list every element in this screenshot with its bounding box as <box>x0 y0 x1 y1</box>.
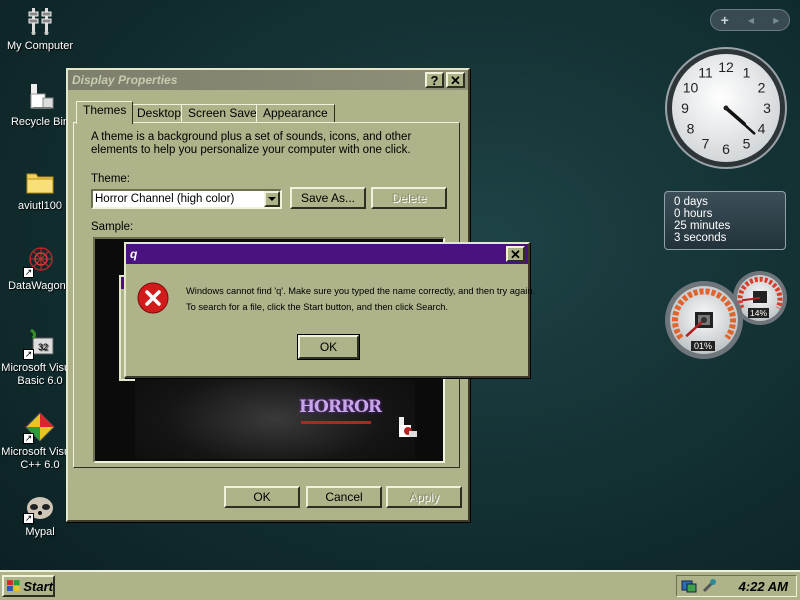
button-label: Delete <box>391 191 427 205</box>
ok-button-face[interactable]: OK <box>298 335 359 359</box>
clock-number: 3 <box>763 100 771 116</box>
save-as-button[interactable]: Save As... <box>290 187 366 209</box>
cancel-button[interactable]: Cancel <box>306 486 382 508</box>
desktop-icon-my-computer[interactable]: My Computer <box>0 4 80 53</box>
start-button[interactable]: Start <box>2 575 55 597</box>
horror-channel-logo: HORROR <box>299 397 382 417</box>
uptime-days: 0 days <box>674 196 708 208</box>
dropdown-arrow-button[interactable] <box>264 191 280 207</box>
delete-button[interactable]: Delete <box>371 187 447 209</box>
clock-number: 7 <box>702 136 710 152</box>
add-gadget-button[interactable]: + <box>721 12 729 28</box>
clock-number: 1 <box>743 64 751 80</box>
tab-appearance[interactable]: Appearance <box>256 104 335 123</box>
error-message-line1: Windows cannot find 'q'. Make sure you t… <box>186 286 536 296</box>
button-label: Save As... <box>300 191 356 205</box>
taskbar: Start 4:22 AM <box>0 570 800 600</box>
uptime-seconds: 3 seconds <box>674 232 727 244</box>
tab-label: Themes <box>83 103 127 117</box>
recycle-bin-icon <box>23 80 57 114</box>
start-label: Start <box>23 578 53 594</box>
theme-select[interactable]: Horror Channel (high color) <box>91 189 282 209</box>
clock-number: 5 <box>743 136 751 152</box>
clock-number: 2 <box>758 80 766 96</box>
display-properties-titlebar[interactable]: Display Properties ? ✕ <box>68 70 468 90</box>
desktop-icon-label: Mypal <box>25 526 55 538</box>
tab-label: Appearance <box>263 106 328 120</box>
folder-icon <box>23 164 57 198</box>
tab-label: Desktop <box>137 106 182 120</box>
visual-basic-icon: 32 ↗ <box>23 326 57 360</box>
ok-button[interactable]: OK <box>224 486 300 508</box>
clock-number: 6 <box>722 141 730 157</box>
close-button[interactable]: ✕ <box>446 72 465 88</box>
tab-themes[interactable]: Themes <box>76 101 134 124</box>
close-button[interactable]: ✕ <box>506 246 525 262</box>
memory-meter-value: 14% <box>748 308 770 318</box>
window-title: Display Properties <box>72 73 178 87</box>
clock-number: 9 <box>681 100 689 116</box>
tab-screen-saver[interactable]: Screen Saver <box>181 104 268 123</box>
chevron-down-icon <box>268 197 276 201</box>
my-computer-icon <box>23 4 57 38</box>
uptime-hours: 0 hours <box>674 208 713 220</box>
clock-number: 11 <box>698 64 713 80</box>
network-tray-icon[interactable] <box>681 578 697 594</box>
clock-number: 4 <box>758 121 766 137</box>
prev-gadget-button[interactable]: ◀ <box>748 16 754 25</box>
theme-label: Theme: <box>91 173 130 185</box>
mypal-raccoon-icon: ↗ <box>23 490 57 524</box>
gadget-sidebar-controls: + ◀ ▶ <box>710 9 790 31</box>
sample-label: Sample: <box>91 221 134 233</box>
clock-number: 12 <box>718 59 734 75</box>
shortcut-arrow-icon: ↗ <box>23 513 34 524</box>
button-label: OK <box>253 490 271 504</box>
visual-cpp-icon: ↗ <box>23 410 57 444</box>
desktop-icon-label: My Computer <box>6 40 74 52</box>
cpu-meter-value: 01% <box>691 341 716 351</box>
uptime-minutes: 25 minutes <box>674 220 731 232</box>
theme-select-value: Horror Channel (high color) <box>95 193 235 205</box>
shortcut-arrow-icon: ↗ <box>23 349 34 360</box>
error-dialog-title: q <box>130 247 138 261</box>
shortcut-arrow-icon: ↗ <box>23 433 34 444</box>
uptime-gadget[interactable]: 0 days 0 hours 25 minutes 3 seconds <box>664 191 786 250</box>
button-label: OK <box>319 340 338 354</box>
taskbar-clock[interactable]: 4:22 AM <box>739 579 788 594</box>
tab-desktop[interactable]: Desktop <box>130 104 189 123</box>
themes-description: A theme is a background plus a set of so… <box>91 131 412 156</box>
tools-tray-icon[interactable] <box>701 578 717 594</box>
memory-chip-icon <box>753 291 767 303</box>
error-ok-button[interactable]: OK <box>297 334 360 360</box>
error-dialog: q ✕ Windows cannot find 'q'. Make sure y… <box>124 242 536 378</box>
cpu-meter-gadget[interactable]: 14% 01% <box>662 268 792 360</box>
error-dialog-titlebar[interactable]: q ✕ <box>126 244 528 264</box>
apply-button[interactable]: Apply <box>386 486 462 508</box>
horror-logo-underline <box>301 421 371 424</box>
clock-number: 8 <box>687 121 695 137</box>
next-gadget-button[interactable]: ▶ <box>773 16 779 25</box>
windows-logo-icon <box>7 580 20 592</box>
clock-gadget[interactable]: 12 1 2 3 4 5 6 7 8 9 10 11 <box>664 46 788 170</box>
button-label: Cancel <box>325 490 363 504</box>
shortcut-arrow-icon: ↗ <box>23 267 34 278</box>
button-label: Apply <box>408 490 440 504</box>
clock-number: 10 <box>683 80 699 96</box>
tab-label: Screen Saver <box>188 106 261 120</box>
error-message-line2: To search for a file, click the Start bu… <box>186 302 448 312</box>
sample-recycle-icon <box>397 415 419 441</box>
system-tray: 4:22 AM <box>676 575 797 597</box>
help-button[interactable]: ? <box>425 72 444 88</box>
datawagon-icon: ↗ <box>23 244 57 278</box>
svg-text:32: 32 <box>38 342 48 352</box>
error-icon <box>137 282 169 314</box>
